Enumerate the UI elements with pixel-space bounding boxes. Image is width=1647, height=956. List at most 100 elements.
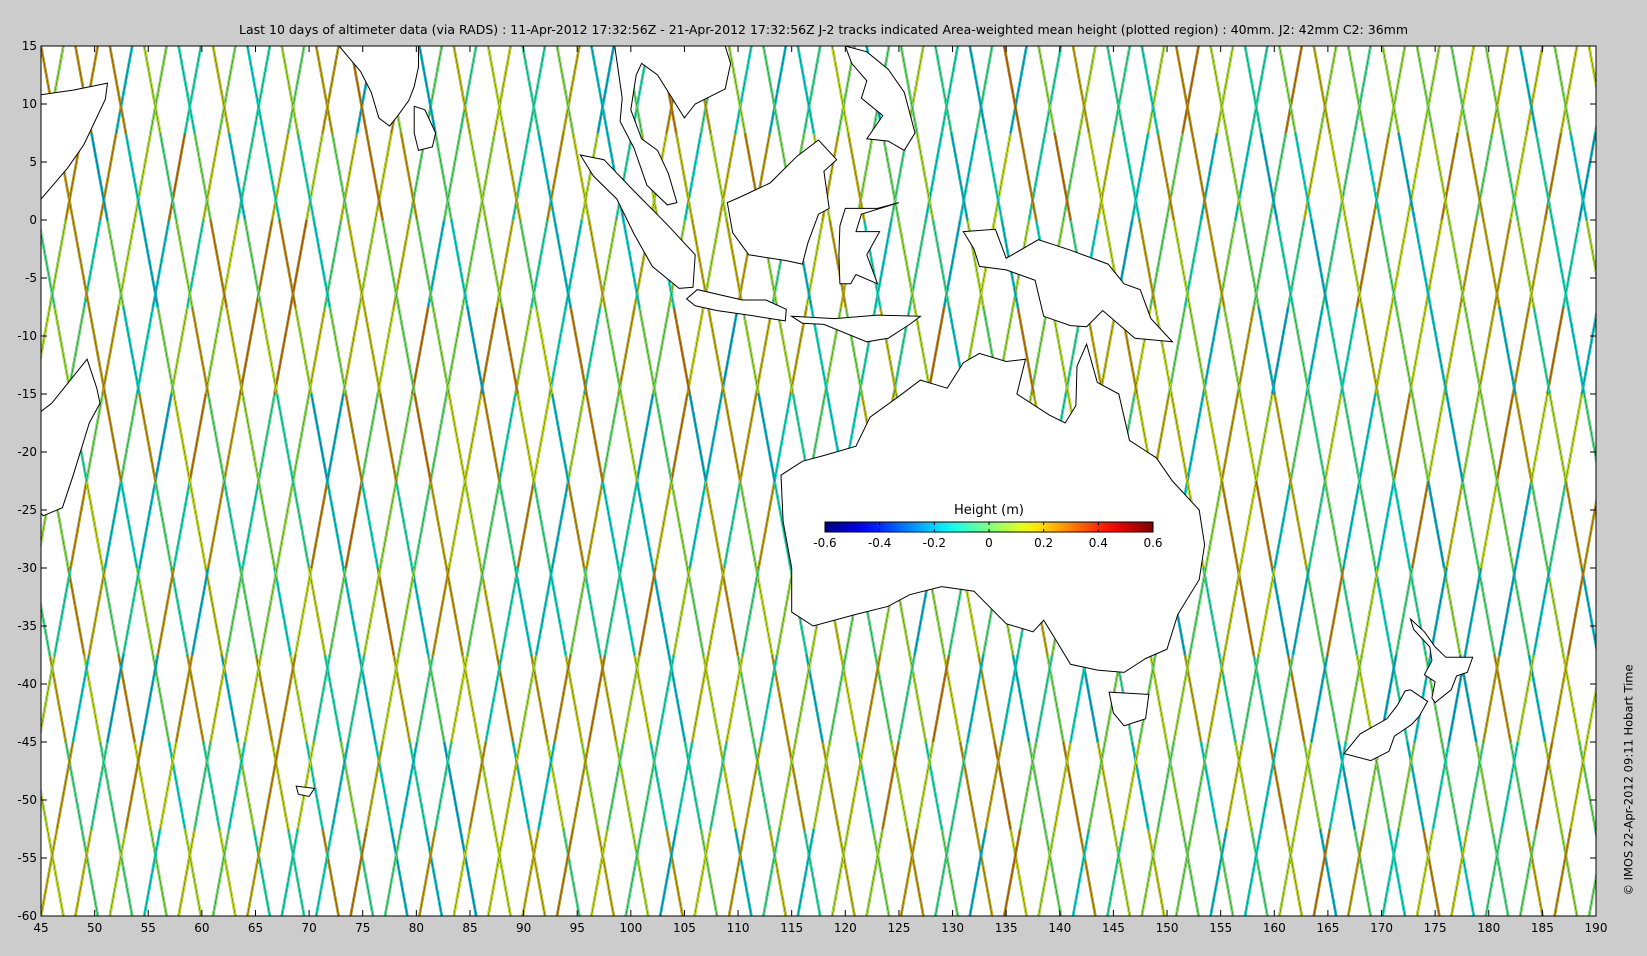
y-tick-label: -25 bbox=[17, 503, 37, 517]
x-tick-label: 90 bbox=[516, 921, 531, 935]
colorbar-tick-label: 0.6 bbox=[1143, 536, 1162, 550]
track-segment bbox=[1600, 481, 1616, 568]
x-tick-label: 130 bbox=[941, 921, 964, 935]
track-segment bbox=[4, 655, 20, 742]
x-tick-label: 135 bbox=[995, 921, 1018, 935]
track-segment bbox=[20, 568, 36, 655]
track-segment bbox=[1635, 481, 1647, 568]
track-segment bbox=[1637, 568, 1647, 655]
track-segment bbox=[1603, 568, 1619, 655]
y-tick-label: -15 bbox=[17, 387, 37, 401]
track-segment bbox=[0, 307, 15, 394]
track-segment bbox=[1594, 123, 1596, 134]
track-line bbox=[1587, 46, 1596, 92]
x-tick-label: 165 bbox=[1316, 921, 1339, 935]
y-tick-label: -35 bbox=[17, 619, 37, 633]
x-tick-label: 115 bbox=[780, 921, 803, 935]
x-tick-label: 190 bbox=[1585, 921, 1608, 935]
track-segment bbox=[15, 220, 31, 307]
track-segment bbox=[1605, 133, 1621, 220]
y-tick-label: 0 bbox=[29, 213, 37, 227]
x-tick-label: 185 bbox=[1531, 921, 1554, 935]
track-segment bbox=[18, 394, 34, 481]
x-tick-label: 75 bbox=[355, 921, 370, 935]
colorbar-tick-label: 0.2 bbox=[1034, 536, 1053, 550]
track-segment bbox=[15, 655, 31, 742]
track-segment bbox=[23, 742, 39, 829]
track-segment bbox=[1614, 133, 1630, 220]
colorbar-tick-label: -0.4 bbox=[868, 536, 891, 550]
colorbar-tick-label: -0.6 bbox=[813, 536, 836, 550]
x-tick-label: 155 bbox=[1209, 921, 1232, 935]
track-centerline bbox=[1588, 46, 1596, 86]
track-segment bbox=[23, 133, 39, 220]
track-segment bbox=[1616, 568, 1632, 655]
y-tick-label: -30 bbox=[17, 561, 37, 575]
x-tick-label: 95 bbox=[570, 921, 585, 935]
track-segment bbox=[2, 481, 18, 568]
track-centerline bbox=[1588, 876, 1596, 916]
x-tick-label: 100 bbox=[619, 921, 642, 935]
track-segment bbox=[1619, 481, 1635, 568]
track-segment bbox=[1616, 307, 1632, 394]
track-segment bbox=[1632, 220, 1647, 307]
altimeter-map: 45 50 55 60 65 70 75 80 85 90 95 100 105 110 115 120 125… bbox=[0, 39, 1647, 935]
x-tick-label: 55 bbox=[141, 921, 156, 935]
x-tick-label: 160 bbox=[1263, 921, 1286, 935]
y-tick-label: -50 bbox=[17, 793, 37, 807]
y-tick-label: -55 bbox=[17, 851, 37, 865]
x-tick-label: 85 bbox=[462, 921, 477, 935]
track-segment bbox=[0, 133, 4, 220]
altimeter-figure: Last 10 days of altimeter data (via RADS… bbox=[0, 0, 1647, 956]
y-tick-label: -40 bbox=[17, 677, 37, 691]
y-tick-label: -10 bbox=[17, 329, 37, 343]
y-tick-label: 5 bbox=[29, 155, 37, 169]
track-segment bbox=[7, 46, 23, 133]
track-segment bbox=[1598, 655, 1614, 742]
y-tick-label: -5 bbox=[25, 271, 37, 285]
x-tick-label: 105 bbox=[673, 921, 696, 935]
track-segment bbox=[0, 568, 2, 655]
track-segment bbox=[1619, 394, 1635, 481]
track-segment bbox=[7, 829, 23, 916]
track-segment bbox=[1621, 220, 1637, 307]
x-tick-label: 45 bbox=[33, 921, 48, 935]
track-segment bbox=[1630, 46, 1646, 133]
x-tick-label: 170 bbox=[1370, 921, 1393, 935]
track-segment bbox=[0, 568, 15, 655]
track-segment bbox=[18, 481, 34, 568]
track-segment bbox=[0, 742, 4, 829]
colorbar-label: Height (m) bbox=[954, 503, 1024, 518]
track-segment bbox=[1637, 307, 1647, 394]
x-tick-label: 70 bbox=[301, 921, 316, 935]
track-segment bbox=[0, 307, 2, 394]
track-segment bbox=[4, 220, 20, 307]
x-tick-label: 125 bbox=[887, 921, 910, 935]
x-tick-label: 65 bbox=[248, 921, 263, 935]
track-segment bbox=[1594, 828, 1596, 839]
y-tick-label: -60 bbox=[17, 909, 37, 923]
y-tick-label: 15 bbox=[22, 39, 37, 53]
x-tick-label: 60 bbox=[194, 921, 209, 935]
colorbar-tick-label: 0.4 bbox=[1089, 536, 1108, 550]
track-segment bbox=[1635, 394, 1647, 481]
x-tick-label: 175 bbox=[1424, 921, 1447, 935]
credit-text: © IMOS 22-Apr-2012 09:11 Hobart Time bbox=[1621, 664, 1636, 896]
y-tick-label: 10 bbox=[22, 97, 37, 111]
track-segment bbox=[2, 394, 18, 481]
x-tick-label: 180 bbox=[1477, 921, 1500, 935]
x-tick-label: 80 bbox=[409, 921, 424, 935]
track-segment bbox=[1605, 742, 1621, 829]
track-segment bbox=[1603, 307, 1619, 394]
track-segment bbox=[1600, 394, 1616, 481]
track-segment bbox=[20, 307, 36, 394]
colorbar-tick-label: -0.2 bbox=[923, 536, 946, 550]
x-tick-label: 120 bbox=[834, 921, 857, 935]
track-segment bbox=[1598, 220, 1614, 307]
y-tick-label: -20 bbox=[17, 445, 37, 459]
x-tick-label: 50 bbox=[87, 921, 102, 935]
colorbar-tick-label: 0 bbox=[985, 536, 993, 550]
x-tick-label: 110 bbox=[727, 921, 750, 935]
x-tick-label: 140 bbox=[1048, 921, 1071, 935]
y-tick-label: -45 bbox=[17, 735, 37, 749]
